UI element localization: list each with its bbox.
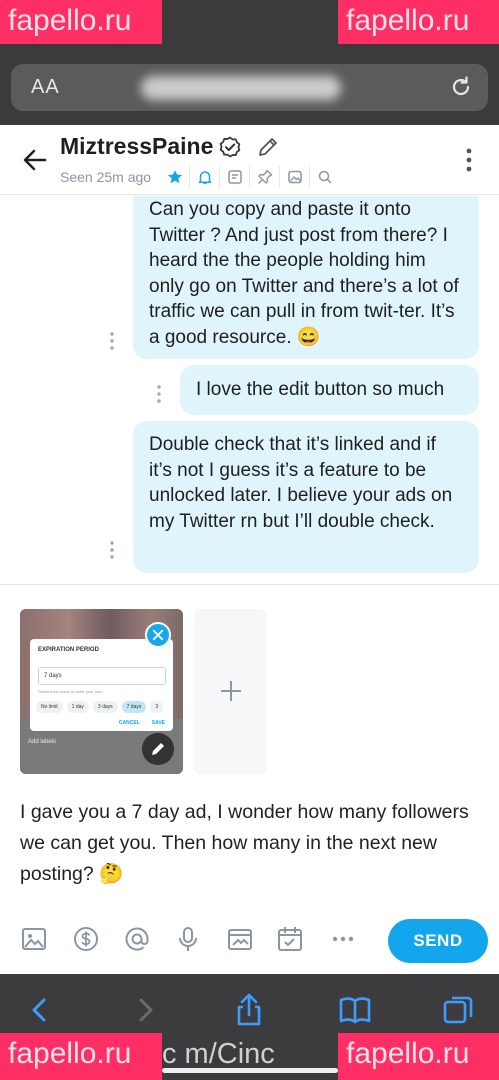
expiration-title: EXPIRATION PERIOD xyxy=(38,647,99,653)
dollar-icon[interactable] xyxy=(72,925,100,953)
remove-media-close-icon[interactable] xyxy=(145,622,171,648)
composer-toolbar: SEND xyxy=(20,919,488,963)
expiration-helper: Select from below or enter your own xyxy=(38,689,103,694)
bookmarks-book-icon[interactable] xyxy=(337,992,373,1028)
add-labels-text: Add labels xyxy=(28,739,57,745)
reload-icon[interactable] xyxy=(448,74,474,100)
expiration-chips: No limit 1 day 3 days 7 days 3 xyxy=(36,701,164,713)
message-bubble[interactable]: Double check that it’s linked and if it’… xyxy=(133,421,479,573)
image-icon[interactable] xyxy=(20,925,48,953)
more-horizontal-icon[interactable] xyxy=(329,925,357,953)
send-button[interactable]: SEND xyxy=(388,919,488,963)
chat-user-name[interactable]: MiztressPaine xyxy=(60,133,213,160)
last-seen-status: Seen 25m ago xyxy=(60,169,152,185)
chip: 3 days xyxy=(92,701,118,713)
microphone-icon[interactable] xyxy=(174,925,202,953)
search-icon[interactable] xyxy=(310,166,340,188)
mention-icon[interactable] xyxy=(123,925,151,953)
pin-icon[interactable] xyxy=(250,166,280,188)
bell-icon[interactable] xyxy=(190,166,220,188)
chip: 1 day xyxy=(66,701,89,713)
message-bubble[interactable]: I love the edit button so much xyxy=(180,365,479,415)
reader-text-size-button[interactable]: AA xyxy=(31,76,60,99)
chat-quick-actions xyxy=(160,166,340,188)
tabs-icon[interactable] xyxy=(441,992,477,1028)
note-icon[interactable] xyxy=(220,166,250,188)
edit-media-pencil-icon[interactable] xyxy=(142,733,174,765)
message-options-icon[interactable] xyxy=(156,384,162,404)
message-options-icon[interactable] xyxy=(109,540,115,560)
home-indicator xyxy=(162,1068,338,1073)
browser-back-icon[interactable] xyxy=(22,992,58,1028)
save-text: SAVE xyxy=(151,720,165,726)
watermark: fapello.ru xyxy=(338,1033,499,1080)
message-composer: EXPIRATION PERIOD 7 days Select from bel… xyxy=(0,584,499,974)
star-icon[interactable] xyxy=(160,166,190,188)
message-list[interactable]: Can you copy and paste it onto Twitter ?… xyxy=(0,196,499,584)
edit-pencil-icon[interactable] xyxy=(257,136,279,158)
vault-icon[interactable] xyxy=(226,925,254,953)
blurred-url xyxy=(141,76,341,100)
watermark: fapello.ru xyxy=(338,0,499,44)
expiration-input: 7 days xyxy=(38,667,166,685)
address-bar[interactable]: AA xyxy=(11,64,488,111)
gallery-icon[interactable] xyxy=(280,166,310,188)
dialog-actions: CANCEL SAVE xyxy=(119,720,165,726)
watermark: fapello.ru xyxy=(0,0,162,44)
plus-icon xyxy=(221,681,241,701)
message-input[interactable]: I gave you a 7 day ad, I wonder how many… xyxy=(20,797,482,890)
message-bubble[interactable]: Can you copy and paste it onto Twitter ?… xyxy=(133,196,479,359)
verified-check-icon xyxy=(219,136,241,158)
expiration-dialog-preview: EXPIRATION PERIOD 7 days Select from bel… xyxy=(30,639,173,731)
chip-selected: 7 days xyxy=(121,701,147,713)
attached-media-thumbnail[interactable]: EXPIRATION PERIOD 7 days Select from bel… xyxy=(20,609,183,774)
chat-header: MiztressPaine Seen 25m ago xyxy=(0,125,499,195)
watermark: fapello.ru xyxy=(0,1033,162,1080)
cancel-text: CANCEL xyxy=(118,720,140,726)
message-options-icon[interactable] xyxy=(109,331,115,351)
share-icon[interactable] xyxy=(231,992,267,1028)
chip: 3 xyxy=(150,701,164,713)
more-options-icon[interactable] xyxy=(464,147,474,173)
back-arrow-icon[interactable] xyxy=(20,145,50,175)
browser-forward-icon[interactable] xyxy=(127,992,163,1028)
schedule-calendar-icon[interactable] xyxy=(276,925,304,953)
add-media-button[interactable] xyxy=(194,609,267,774)
chip: No limit xyxy=(36,701,63,713)
